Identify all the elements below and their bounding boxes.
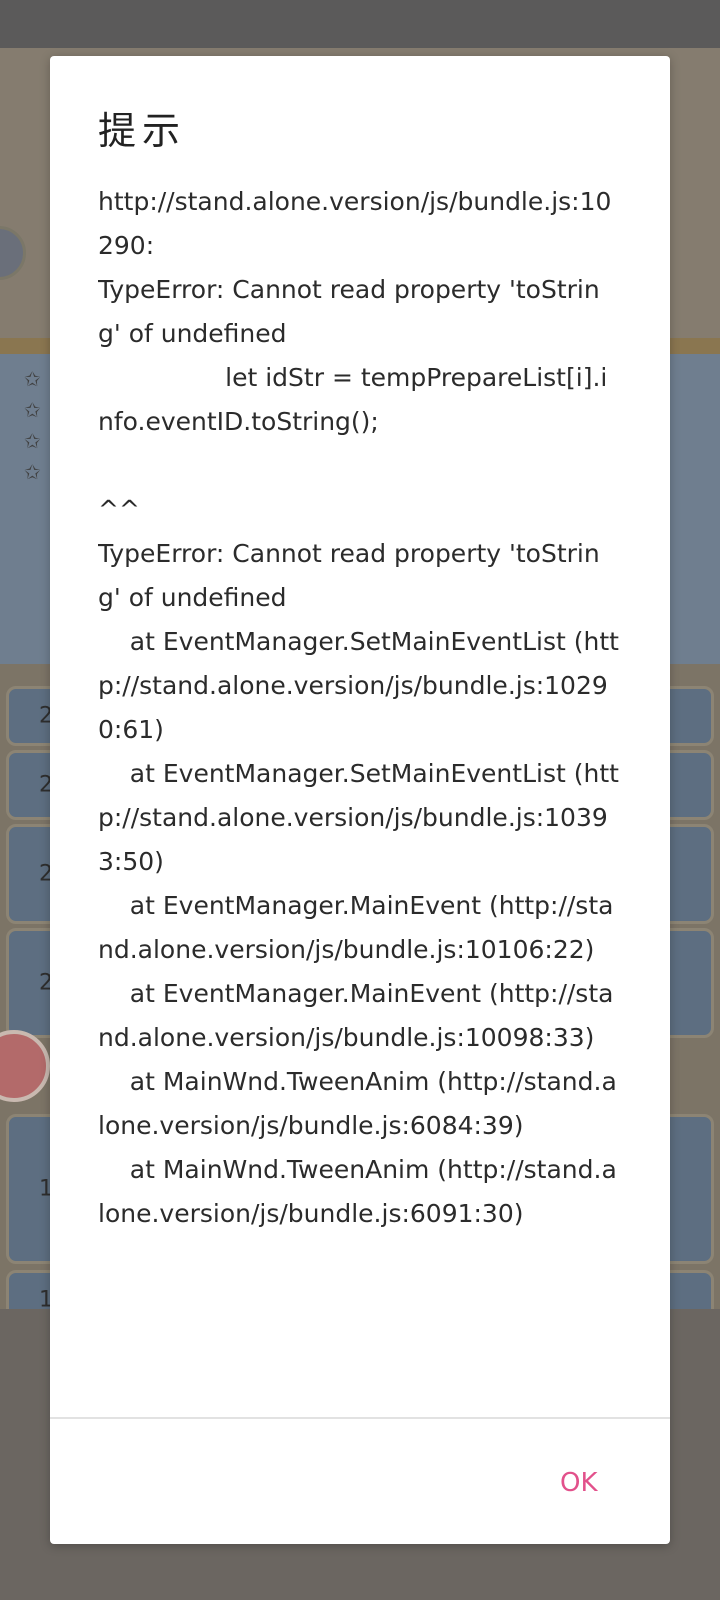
star-icon: ✩	[24, 460, 41, 484]
error-message: http://stand.alone.version/js/bundle.js:…	[98, 187, 619, 1228]
dialog-divider	[50, 1417, 670, 1419]
star-icon: ✩	[24, 367, 41, 391]
top-bar	[0, 0, 720, 48]
alert-dialog: 提示 http://stand.alone.version/js/bundle.…	[50, 56, 670, 1544]
ok-button[interactable]: OK	[560, 1468, 598, 1498]
star-icon: ✩	[24, 429, 41, 453]
dialog-title: 提示	[98, 109, 187, 153]
star-icon: ✩	[24, 398, 41, 422]
